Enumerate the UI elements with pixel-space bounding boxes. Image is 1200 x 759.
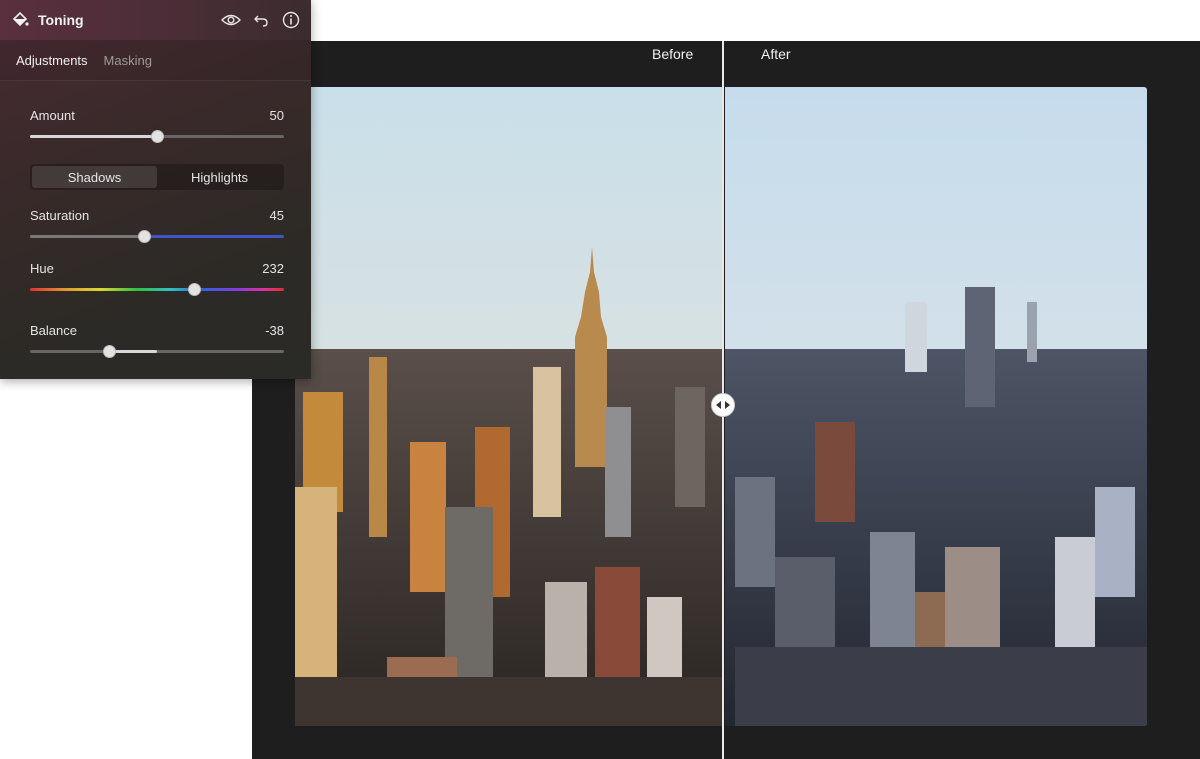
balance-fill bbox=[108, 350, 157, 353]
tab-masking[interactable]: Masking bbox=[104, 53, 152, 68]
balance-value: -38 bbox=[265, 323, 284, 338]
amount-fill bbox=[30, 135, 157, 138]
saturation-label: Saturation bbox=[30, 208, 90, 223]
amount-slider[interactable] bbox=[30, 130, 284, 143]
hue-label: Hue bbox=[30, 261, 54, 276]
balance-thumb[interactable] bbox=[102, 345, 116, 358]
paint-bucket-icon bbox=[10, 10, 30, 30]
before-label: Before bbox=[652, 46, 694, 62]
amount-label: Amount bbox=[30, 108, 75, 123]
balance-slider[interactable] bbox=[30, 345, 284, 358]
highlights-button[interactable]: Highlights bbox=[157, 166, 282, 188]
saturation-thumb[interactable] bbox=[138, 230, 152, 243]
panel-header: Toning bbox=[0, 0, 311, 40]
undo-icon[interactable] bbox=[251, 10, 271, 30]
split-handle[interactable] bbox=[711, 393, 735, 417]
shadows-button[interactable]: Shadows bbox=[32, 166, 157, 188]
after-label: After bbox=[761, 46, 791, 62]
hue-thumb[interactable] bbox=[187, 283, 201, 296]
hue-slider[interactable] bbox=[30, 283, 284, 296]
hue-control: Hue 232 bbox=[30, 261, 284, 296]
editor-canvas: Before After bbox=[252, 41, 1200, 759]
amount-value: 50 bbox=[269, 108, 284, 123]
hue-value: 232 bbox=[262, 261, 284, 276]
saturation-slider[interactable] bbox=[30, 230, 284, 243]
saturation-control: Saturation 45 bbox=[30, 208, 284, 243]
drag-handle-icon bbox=[716, 401, 730, 409]
tab-adjustments[interactable]: Adjustments bbox=[16, 53, 88, 68]
amount-thumb[interactable] bbox=[151, 130, 164, 143]
balance-control: Balance -38 bbox=[30, 323, 284, 358]
eye-icon[interactable] bbox=[221, 10, 241, 30]
amount-control: Amount 50 bbox=[30, 108, 284, 143]
info-icon[interactable] bbox=[281, 10, 301, 30]
panel-title: Toning bbox=[38, 12, 84, 28]
shadows-highlights-toggle: Shadows Highlights bbox=[30, 164, 284, 190]
saturation-value: 45 bbox=[269, 208, 284, 223]
panel-tabs: Adjustments Masking bbox=[0, 40, 311, 81]
balance-label: Balance bbox=[30, 323, 77, 338]
toning-panel: Toning Adjustments Masking Amount 50 Sha… bbox=[0, 0, 311, 379]
